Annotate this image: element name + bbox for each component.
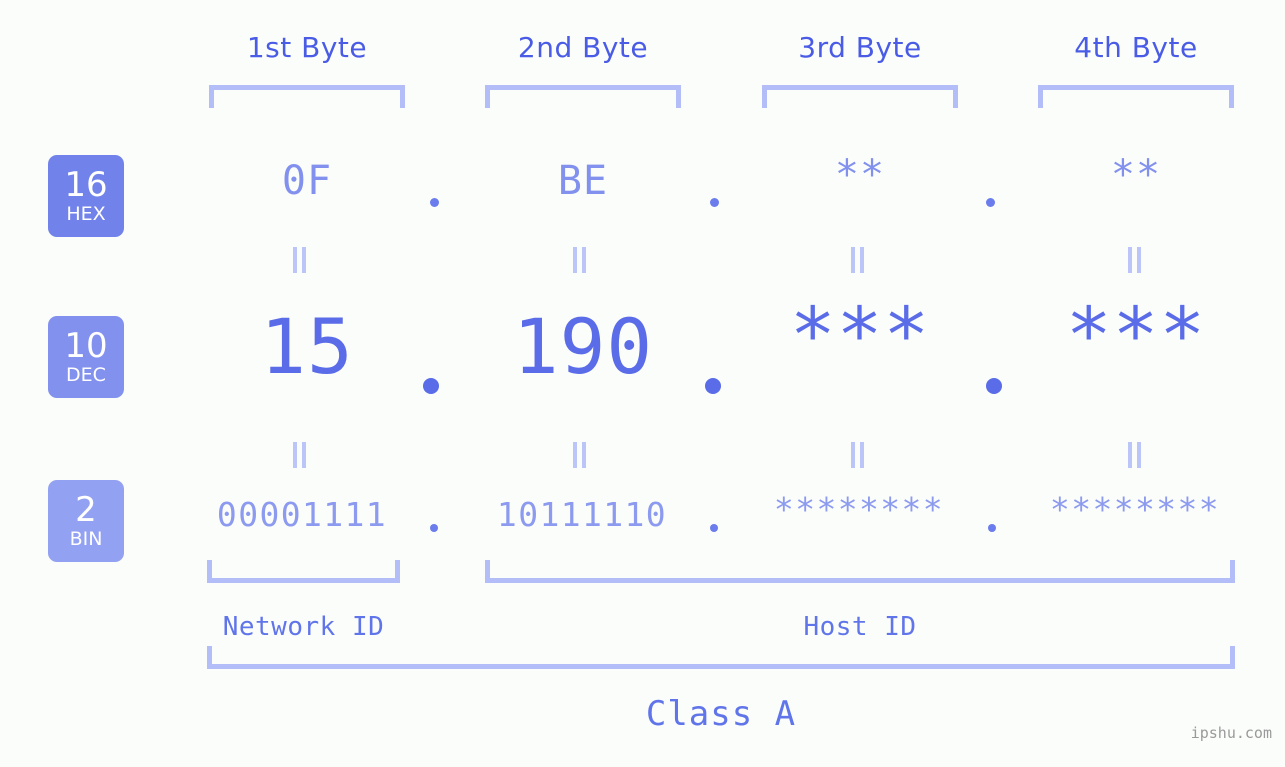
equals-mark-dec-bin-3 <box>851 442 865 468</box>
network-id-bracket <box>207 560 400 583</box>
class-bracket <box>207 646 1235 669</box>
byte-header-4: 4th Byte <box>1074 31 1198 64</box>
bin-separator-dot-1 <box>430 524 438 532</box>
byte-bracket-3 <box>762 85 958 108</box>
bin-separator-dot-2 <box>710 524 718 532</box>
equals-mark-hex-dec-2 <box>573 247 587 273</box>
byte-header-1: 1st Byte <box>246 31 368 64</box>
bin-value-byte-4: ******** <box>1049 490 1221 529</box>
bin-separator-dot-3 <box>988 524 996 532</box>
radix-badge-hex-number: 16 <box>64 165 108 205</box>
host-id-label: Host ID <box>803 612 917 642</box>
bin-value-byte-3: ******** <box>773 490 945 529</box>
bin-value-byte-2: 10111110 <box>496 495 668 534</box>
byte-bracket-1 <box>209 85 405 108</box>
class-label: Class A <box>645 694 797 734</box>
hex-separator-dot-3 <box>986 198 995 207</box>
radix-badge-bin-number: 2 <box>75 490 97 530</box>
radix-badge-dec: 10 DEC <box>48 316 124 398</box>
hex-value-byte-4: ** <box>1110 152 1162 198</box>
equals-mark-hex-dec-3 <box>851 247 865 273</box>
radix-badge-hex: 16 HEX <box>48 155 124 237</box>
dec-value-byte-2: 190 <box>512 302 654 391</box>
radix-badge-bin-name: BIN <box>69 528 103 550</box>
bin-value-byte-1: 00001111 <box>216 495 388 534</box>
hex-value-byte-2: BE <box>557 158 609 204</box>
hex-value-byte-3: ** <box>834 152 886 198</box>
site-watermark: ipshu.com <box>1190 724 1272 742</box>
equals-mark-hex-dec-1 <box>293 247 307 273</box>
dec-separator-dot-3 <box>986 378 1002 394</box>
radix-badge-bin: 2 BIN <box>48 480 124 562</box>
dec-value-byte-1: 15 <box>260 302 354 391</box>
radix-badge-dec-name: DEC <box>66 364 106 386</box>
dec-separator-dot-2 <box>705 378 721 394</box>
equals-mark-dec-bin-1 <box>293 442 307 468</box>
byte-bracket-4 <box>1038 85 1234 108</box>
hex-value-byte-1: 0F <box>281 158 333 204</box>
hex-separator-dot-1 <box>430 198 439 207</box>
dec-value-byte-3: *** <box>789 290 931 379</box>
host-id-bracket <box>485 560 1235 583</box>
network-id-label: Network ID <box>222 612 385 642</box>
byte-header-2: 2nd Byte <box>517 31 649 64</box>
equals-mark-hex-dec-4 <box>1128 247 1142 273</box>
hex-separator-dot-2 <box>710 198 719 207</box>
byte-header-3: 3rd Byte <box>798 31 922 64</box>
radix-badge-dec-number: 10 <box>64 326 108 366</box>
radix-badge-hex-name: HEX <box>66 203 106 225</box>
equals-mark-dec-bin-4 <box>1128 442 1142 468</box>
byte-bracket-2 <box>485 85 681 108</box>
dec-value-byte-4: *** <box>1065 290 1207 379</box>
equals-mark-dec-bin-2 <box>573 442 587 468</box>
dec-separator-dot-1 <box>423 378 439 394</box>
ip-byte-breakdown-diagram: 1st Byte 2nd Byte 3rd Byte 4th Byte 16 H… <box>0 0 1285 767</box>
